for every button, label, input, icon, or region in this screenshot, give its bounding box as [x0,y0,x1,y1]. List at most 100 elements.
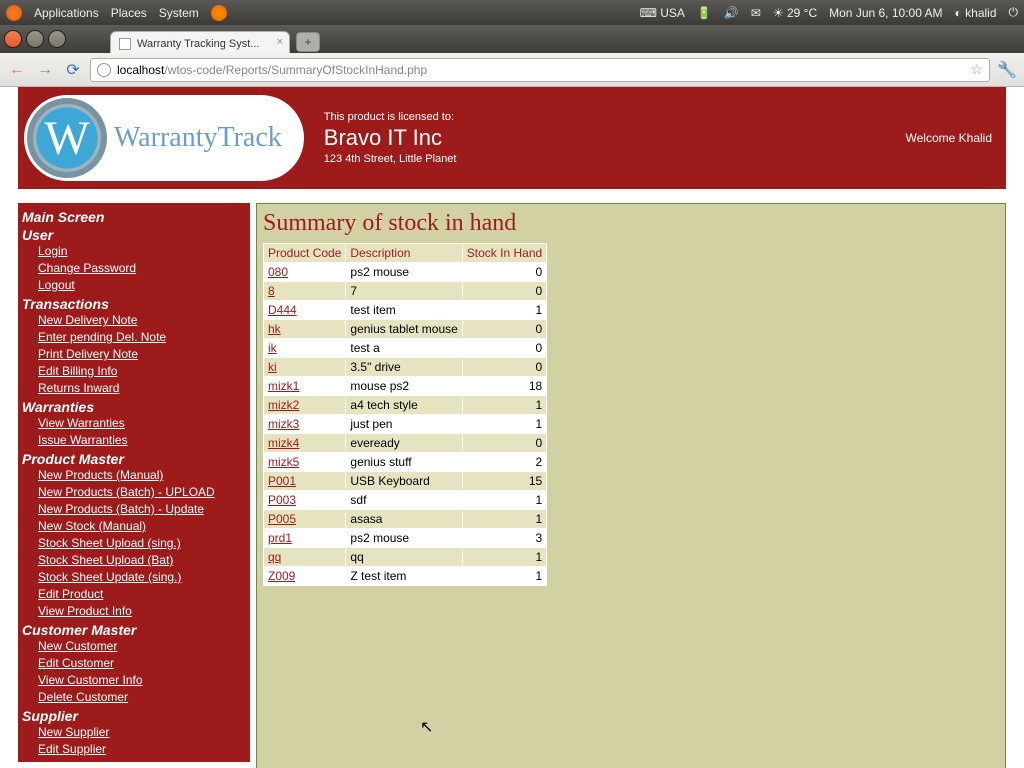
product-code-link[interactable]: P005 [268,512,296,526]
sidebar-link[interactable]: Edit Supplier [38,741,106,758]
sidebar-link[interactable]: Delete Customer [38,689,128,706]
sidebar-link[interactable]: Stock Sheet Update (sing.) [38,569,181,586]
sidebar-heading: Customer Master [22,622,244,638]
product-code-link[interactable]: ik [268,341,277,355]
mail-icon[interactable]: ✉ [751,6,761,20]
product-code-link[interactable]: mizk2 [268,398,299,412]
stock-cell: 2 [462,453,546,472]
stock-cell: 0 [462,320,546,339]
description-cell: test item [346,301,462,320]
product-code-link[interactable]: 8 [268,284,275,298]
forward-button[interactable]: → [34,59,56,81]
description-cell: genius tablet mouse [346,320,462,339]
stock-cell: 1 [462,301,546,320]
table-row: prd1ps2 mouse3 [264,529,547,548]
stock-cell: 0 [462,263,546,282]
sidebar-link[interactable]: Issue Warranties [38,432,128,449]
sidebar-link[interactable]: Logout [38,277,75,294]
description-cell: eveready [346,434,462,453]
product-code-link[interactable]: qq [268,550,281,564]
sidebar-link[interactable]: New Customer [38,638,117,655]
sidebar-link[interactable]: Change Password [38,260,136,277]
ubuntu-icon[interactable] [6,5,22,21]
stock-cell: 0 [462,434,546,453]
os-menu-applications[interactable]: Applications [34,6,99,20]
os-menu-system[interactable]: System [159,6,199,20]
product-code-link[interactable]: ki [268,360,277,374]
user-menu[interactable]: ◐ khalid [955,6,997,20]
sidebar-link[interactable]: New Delivery Note [38,312,137,329]
sidebar-link[interactable]: Login [38,243,67,260]
sidebar-link[interactable]: New Supplier [38,724,109,741]
product-code-link[interactable]: Z009 [268,569,295,583]
os-menu-places[interactable]: Places [111,6,147,20]
volume-icon[interactable]: 🔊 [724,6,739,20]
product-code-link[interactable]: hk [268,322,281,336]
window-maximize-button[interactable] [48,30,66,48]
sidebar-link[interactable]: View Product Info [38,603,132,620]
table-row: P003sdf1 [264,491,547,510]
clock[interactable]: Mon Jun 6, 10:00 AM [829,6,942,20]
column-header: Stock In Hand [462,244,546,263]
sidebar-heading: Supplier [22,708,244,724]
page-title: Summary of stock in hand [263,210,999,237]
description-cell: just pen [346,415,462,434]
window-close-button[interactable] [4,30,22,48]
product-code-link[interactable]: prd1 [268,531,292,545]
license-label: This product is licensed to: [324,111,457,123]
settings-wrench-icon[interactable]: 🔧 [996,59,1018,81]
column-header: Product Code [264,244,346,263]
sidebar-link[interactable]: Edit Billing Info [38,363,117,380]
address-bar[interactable]: localhost/wtos-code/Reports/SummaryOfSto… [90,58,990,82]
sidebar-link[interactable]: New Stock (Manual) [38,518,146,535]
browser-tab[interactable]: Warranty Tracking Syst... × [110,31,290,53]
keyboard-indicator[interactable]: ⌨ USA [640,6,685,20]
firefox-icon[interactable] [211,5,227,21]
bookmark-star-icon[interactable]: ☆ [970,61,983,78]
description-cell: ps2 mouse [346,529,462,548]
sidebar-link[interactable]: Edit Customer [38,655,114,672]
sidebar-link[interactable]: Print Delivery Note [38,346,138,363]
product-code-link[interactable]: mizk3 [268,417,299,431]
sidebar-link[interactable]: Edit Product [38,586,103,603]
weather-indicator[interactable]: ☀ 29 °C [773,6,817,20]
sidebar-link[interactable]: New Products (Batch) - UPLOAD [38,484,215,501]
battery-icon[interactable]: 🔋 [697,6,712,20]
new-tab-button[interactable]: + [296,32,320,52]
product-code-link[interactable]: 080 [268,265,288,279]
tab-close-button[interactable]: × [277,36,283,48]
product-code-link[interactable]: mizk1 [268,379,299,393]
table-row: hk genius tablet mouse0 [264,320,547,339]
description-cell: Z test item [346,567,462,586]
sidebar-link[interactable]: View Customer Info [38,672,143,689]
page-icon [119,38,131,50]
sidebar-link[interactable]: New Products (Manual) [38,467,163,484]
sidebar-link[interactable]: Returns Inward [38,380,119,397]
window-minimize-button[interactable] [26,30,44,48]
reload-button[interactable]: ⟳ [62,59,84,81]
sidebar-link[interactable]: New Products (Batch) - Update [38,501,204,518]
table-row: mizk3just pen1 [264,415,547,434]
power-icon[interactable]: ⏻ [1009,5,1019,20]
back-button[interactable]: ← [6,59,28,81]
stock-table: Product CodeDescriptionStock In Hand 080… [263,243,547,586]
sidebar-link[interactable]: Stock Sheet Upload (sing.) [38,535,181,552]
product-code-link[interactable]: mizk5 [268,455,299,469]
sidebar-heading: User [22,227,244,243]
description-cell: genius stuff [346,453,462,472]
description-cell: a4 tech style [346,396,462,415]
table-row: iktest a0 [264,339,547,358]
product-code-link[interactable]: P003 [268,493,296,507]
os-menubar: Applications Places System ⌨ USA 🔋 🔊 ✉ ☀… [0,0,1024,25]
product-code-link[interactable]: mizk4 [268,436,299,450]
site-identity-icon[interactable] [97,63,111,77]
description-cell: USB Keyboard [346,472,462,491]
browser-toolbar: ← → ⟳ localhost/wtos-code/Reports/Summar… [0,53,1024,87]
sidebar-link[interactable]: View Warranties [38,415,125,432]
sidebar-link[interactable]: Stock Sheet Upload (Bat) [38,552,173,569]
product-code-link[interactable]: P001 [268,474,296,488]
sidebar-link[interactable]: Enter pending Del. Note [38,329,166,346]
description-cell: 3.5" drive [346,358,462,377]
product-code-link[interactable]: D444 [268,303,297,317]
page-viewport[interactable]: W WarrantyTrack This product is licensed… [0,87,1024,768]
